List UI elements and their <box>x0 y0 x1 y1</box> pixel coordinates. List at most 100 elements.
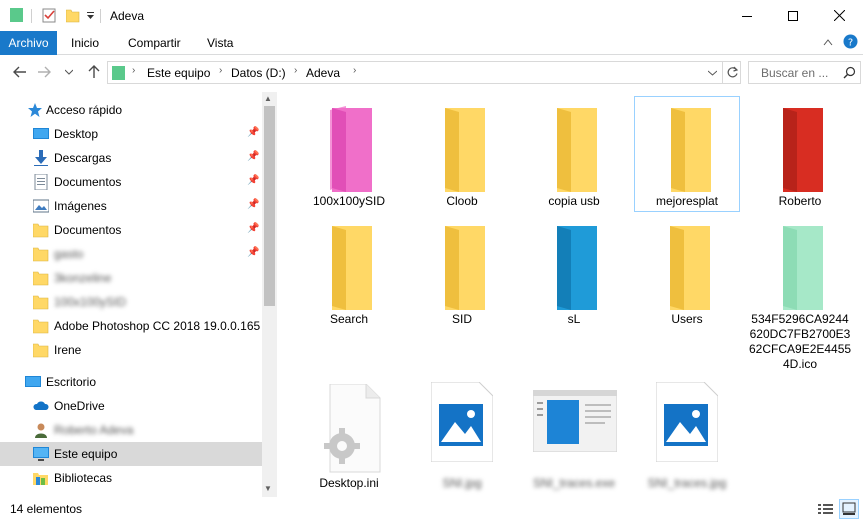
star-icon <box>28 103 42 117</box>
nav-escritorio[interactable]: Escritorio <box>0 370 262 394</box>
back-button[interactable] <box>9 62 31 82</box>
image-file-icon <box>656 382 718 462</box>
minimize-button[interactable] <box>724 0 770 31</box>
pin-icon[interactable]: 📌 <box>247 199 259 210</box>
tab-inicio[interactable]: Inicio <box>71 31 99 55</box>
file-item[interactable]: 100x100ySID <box>298 96 400 212</box>
maximize-button[interactable] <box>770 0 816 31</box>
arrow-up-icon <box>88 65 100 78</box>
breadcrumb-adeva[interactable]: Adeva <box>306 66 340 80</box>
nav-label: Adobe Photoshop CC 2018 19.0.0.165 + <box>54 319 262 333</box>
search-icon <box>843 66 856 79</box>
file-name: SNI.jpg <box>442 476 482 490</box>
file-name: Roberto <box>778 194 822 208</box>
file-item[interactable]: copia usb <box>523 96 625 212</box>
nav-label: Descargas <box>54 151 112 165</box>
nav-item-imagenes[interactable]: Imágenes 📌 <box>0 194 262 218</box>
refresh-icon[interactable] <box>726 66 739 79</box>
navigation-pane: Acceso rápido Desktop 📌 Descargas 📌 Docu… <box>0 92 262 497</box>
customize-quick-access-icon[interactable] <box>86 12 95 20</box>
address-bar[interactable]: › Este equipo › Datos (D:) › Adeva › <box>107 61 741 84</box>
pin-icon[interactable]: 📌 <box>247 175 259 186</box>
nav-quick-access[interactable]: Acceso rápido <box>0 98 262 122</box>
nav-item-blurred-2[interactable]: 3konzeline <box>0 266 262 290</box>
item-count: 14 elementos <box>10 502 83 516</box>
nav-bibliotecas[interactable]: Bibliotecas <box>0 466 262 490</box>
file-view: 100x100ySID Cloob copia usb mejoresplat … <box>282 92 863 497</box>
maximize-icon <box>788 10 798 21</box>
folder-icon <box>557 226 597 310</box>
divider <box>722 62 723 83</box>
nav-label: Desktop <box>54 127 99 141</box>
forward-button[interactable] <box>33 62 55 82</box>
nav-label: Imágenes <box>54 199 107 213</box>
details-view-button[interactable] <box>816 499 836 519</box>
folder-location-icon <box>112 66 125 80</box>
nav-item-documentos-folder[interactable]: Documentos 📌 <box>0 218 262 242</box>
ico-file-icon <box>783 226 823 310</box>
file-item[interactable]: 534F5296CA9244 620DC7FB2700E3 62CFCA9E2E… <box>749 216 851 376</box>
tab-vista[interactable]: Vista <box>207 31 233 55</box>
file-item[interactable]: SID <box>411 216 513 332</box>
file-name: Cloob <box>446 194 478 208</box>
nav-label: Acceso rápido <box>46 103 123 117</box>
nav-scrollbar[interactable]: ▲ ▼ <box>262 92 277 497</box>
breadcrumb-separator-icon: › <box>294 65 298 76</box>
tab-compartir[interactable]: Compartir <box>128 31 181 55</box>
file-item[interactable]: Desktop.ini <box>298 380 400 496</box>
nav-label: Roberto Adeva <box>54 423 134 437</box>
nav-onedrive[interactable]: OneDrive <box>0 394 262 418</box>
file-item[interactable]: SNI_traces.jpg <box>636 380 738 496</box>
close-button[interactable] <box>816 0 862 31</box>
address-history-icon[interactable] <box>708 70 717 76</box>
up-button[interactable] <box>83 62 105 82</box>
pin-icon[interactable]: 📌 <box>247 247 259 258</box>
nav-item-irene[interactable]: Irene <box>0 338 262 362</box>
file-name-line: 4D.ico <box>782 357 817 371</box>
file-item[interactable]: SNI.jpg <box>411 380 513 496</box>
nav-item-adobe-photoshop[interactable]: Adobe Photoshop CC 2018 19.0.0.165 + <box>0 314 262 338</box>
app-folder-icon <box>10 8 23 22</box>
recent-locations-button[interactable] <box>62 62 76 82</box>
folder-icon <box>445 108 485 192</box>
large-icons-view-icon <box>842 502 856 515</box>
file-item[interactable]: Roberto <box>749 96 851 212</box>
breadcrumb-este-equipo[interactable]: Este equipo <box>147 66 210 80</box>
nav-item-blurred-1[interactable]: gasto 📌 <box>0 242 262 266</box>
cloud-icon <box>33 401 49 410</box>
file-item[interactable]: Cloob <box>411 96 513 212</box>
scroll-down-icon[interactable]: ▼ <box>264 484 272 493</box>
file-name: SNI_traces.jpg <box>647 476 727 490</box>
tab-archivo[interactable]: Archivo <box>0 31 57 55</box>
nav-item-desktop[interactable]: Desktop 📌 <box>0 122 262 146</box>
scroll-up-icon[interactable]: ▲ <box>264 94 272 103</box>
file-item[interactable]: Search <box>298 216 400 332</box>
nav-item-descargas[interactable]: Descargas 📌 <box>0 146 262 170</box>
large-icons-view-button[interactable] <box>839 499 859 519</box>
close-icon <box>833 10 845 21</box>
nav-este-equipo[interactable]: Este equipo <box>0 442 262 466</box>
file-item[interactable]: SNI_traces.exe <box>523 380 625 496</box>
pin-icon[interactable]: 📌 <box>247 151 259 162</box>
nav-item-blurred-3[interactable]: 100x100ySID <box>0 290 262 314</box>
pin-icon[interactable]: 📌 <box>247 223 259 234</box>
help-icon[interactable]: ? <box>843 34 858 49</box>
breadcrumb-separator-icon: › <box>353 65 357 76</box>
file-item[interactable]: Users <box>636 216 738 332</box>
file-name: SNI_traces.exe <box>532 476 616 490</box>
file-item-selected[interactable]: mejoresplat <box>634 96 740 212</box>
breadcrumb-datos[interactable]: Datos (D:) <box>231 66 286 80</box>
scrollbar-thumb[interactable] <box>264 106 275 306</box>
nav-user[interactable]: Roberto Adeva <box>0 418 262 442</box>
expand-ribbon-icon[interactable] <box>823 38 833 46</box>
pin-icon[interactable]: 📌 <box>247 127 259 138</box>
nav-item-documentos[interactable]: Documentos 📌 <box>0 170 262 194</box>
nav-label: Este equipo <box>54 447 118 461</box>
navigation-bar: › Este equipo › Datos (D:) › Adeva › Bus… <box>0 58 863 86</box>
properties-icon[interactable] <box>42 7 57 23</box>
folder-icon <box>557 108 597 192</box>
new-folder-icon[interactable] <box>66 7 80 23</box>
search-box[interactable]: Buscar en ... <box>748 61 861 84</box>
file-item[interactable]: sL <box>523 216 625 332</box>
file-name: Search <box>329 312 369 326</box>
